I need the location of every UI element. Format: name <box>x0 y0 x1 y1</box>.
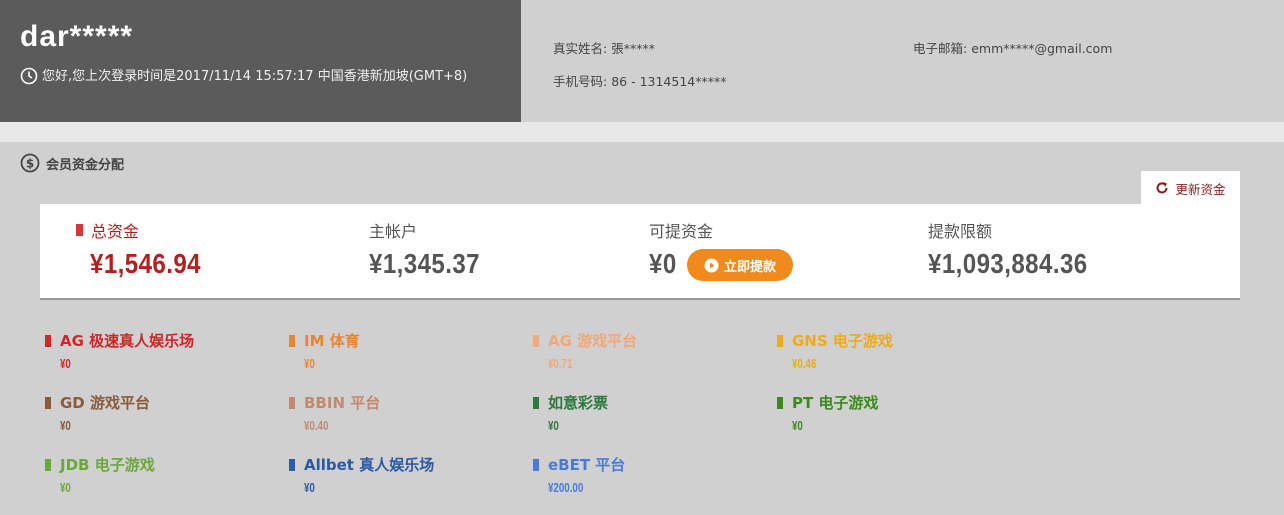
platform-marker <box>289 334 295 347</box>
platform-item: GD 游戏平台 ¥0 <box>45 392 275 433</box>
platform-marker <box>45 396 51 409</box>
platform-item: AG 极速真人娱乐场 ¥0 <box>45 330 275 371</box>
platform-marker <box>533 396 539 409</box>
platform-marker <box>533 458 539 471</box>
platform-name: Allbet 真人娱乐场 <box>304 456 435 474</box>
platform-name: 如意彩票 <box>548 394 609 412</box>
platform-item: BBIN 平台 ¥0.40 <box>289 392 519 433</box>
refresh-funds-button[interactable]: 更新资金 <box>1141 171 1240 205</box>
real-name-label: 真实姓名: <box>553 41 608 56</box>
phone-value: 86 - 1314514***** <box>611 74 727 89</box>
platform-item: JDB 电子游戏 ¥0 <box>45 454 275 495</box>
withdrawal-limit: 提款限额 ¥1,093,884.36 <box>928 218 1114 280</box>
platform-amount: ¥0.71 <box>548 356 573 371</box>
platform-item: IM 体育 ¥0 <box>289 330 519 371</box>
platform-name: AG 游戏平台 <box>548 332 638 350</box>
platform-marker <box>777 334 783 347</box>
svg-text:$: $ <box>26 157 34 171</box>
main-label: 主帐户 <box>369 222 418 241</box>
platform-name: AG 极速真人娱乐场 <box>60 332 195 350</box>
platform-marker <box>533 334 539 347</box>
email-field: 电子邮箱: emm*****@gmail.com <box>913 38 1112 57</box>
refresh-icon <box>1157 182 1168 194</box>
main-amount: ¥1,345.37 <box>369 248 481 279</box>
phone-field: 手机号码: 86 - 1314514***** <box>553 71 727 90</box>
platform-amount: ¥0 <box>304 356 315 371</box>
phone-label: 手机号码: <box>553 74 608 89</box>
platform-amount: ¥200.00 <box>548 480 584 495</box>
play-icon <box>704 258 719 272</box>
platform-amount: ¥0 <box>60 356 71 371</box>
username: dar***** <box>20 20 134 53</box>
platform-marker <box>45 458 51 471</box>
withdraw-now-label: 立即提款 <box>723 259 776 275</box>
platform-item: eBET 平台 ¥200.00 <box>533 454 763 495</box>
platform-amount: ¥0 <box>792 418 803 433</box>
section-title: $ 会员资金分配 <box>20 153 124 173</box>
total-marker <box>76 224 83 236</box>
platform-marker <box>777 396 783 409</box>
email-value: emm*****@gmail.com <box>971 41 1113 56</box>
refresh-label: 更新资金 <box>1175 181 1226 197</box>
real-name-value: 張***** <box>611 41 655 56</box>
platform-name: GNS 电子游戏 <box>792 332 893 350</box>
platform-amount: ¥0.46 <box>792 356 817 371</box>
platform-name: eBET 平台 <box>548 456 626 474</box>
withdrawable-label: 可提资金 <box>649 222 714 241</box>
real-name-field: 真实姓名: 張***** <box>553 38 655 57</box>
platform-amount: ¥0 <box>304 480 315 495</box>
platform-amount: ¥0.40 <box>304 418 329 433</box>
last-login-info: 您好,您上次登录时间是2017/11/14 15:57:17 中国香港新加坡(G… <box>20 66 501 87</box>
platform-amount: ¥0 <box>60 418 71 433</box>
platform-name: IM 体育 <box>304 332 360 350</box>
platform-amount: ¥0 <box>60 480 71 495</box>
platform-item: Allbet 真人娱乐场 ¥0 <box>289 454 519 495</box>
platform-name: GD 游戏平台 <box>60 394 150 412</box>
platform-item: PT 电子游戏 ¥0 <box>777 392 1007 433</box>
platform-name: PT 电子游戏 <box>792 394 879 412</box>
user-summary: dar***** 您好,您上次登录时间是2017/11/14 15:57:17 … <box>0 0 521 122</box>
platform-name: JDB 电子游戏 <box>60 456 155 474</box>
last-login-text: 您好,您上次登录时间是2017/11/14 15:57:17 中国香港新加坡(G… <box>42 69 468 84</box>
total-label: 总资金 <box>91 222 140 241</box>
profile-header: dar***** 您好,您上次登录时间是2017/11/14 15:57:17 … <box>0 0 1284 122</box>
platform-marker <box>289 458 295 471</box>
limit-amount: ¥1,093,884.36 <box>928 248 1088 279</box>
limit-label: 提款限额 <box>928 222 993 241</box>
platform-item: 如意彩票 ¥0 <box>533 392 763 433</box>
platform-marker <box>45 334 51 347</box>
total-funds: 总资金 ¥1,546.94 <box>76 218 219 280</box>
dollar-icon: $ <box>20 153 40 173</box>
member-funds-section: $ 会员资金分配 更新资金 总资金 ¥1,546.94 主帐户 ¥1,345.3… <box>0 142 1284 515</box>
platform-amount: ¥0 <box>548 418 559 433</box>
funds-summary-panel: 总资金 ¥1,546.94 主帐户 ¥1,345.37 可提资金 ¥0 立即提款… <box>40 204 1240 300</box>
main-account: 主帐户 ¥1,345.37 <box>369 218 498 280</box>
section-title-text: 会员资金分配 <box>46 157 125 173</box>
platform-item: GNS 电子游戏 ¥0.46 <box>777 330 1007 371</box>
platform-item: AG 游戏平台 ¥0.71 <box>533 330 763 371</box>
platform-marker <box>289 396 295 409</box>
clock-icon <box>20 67 38 85</box>
email-label: 电子邮箱: <box>913 41 968 56</box>
withdraw-now-button[interactable]: 立即提款 <box>687 249 793 281</box>
total-amount: ¥1,546.94 <box>90 248 202 279</box>
platform-name: BBIN 平台 <box>304 394 381 412</box>
